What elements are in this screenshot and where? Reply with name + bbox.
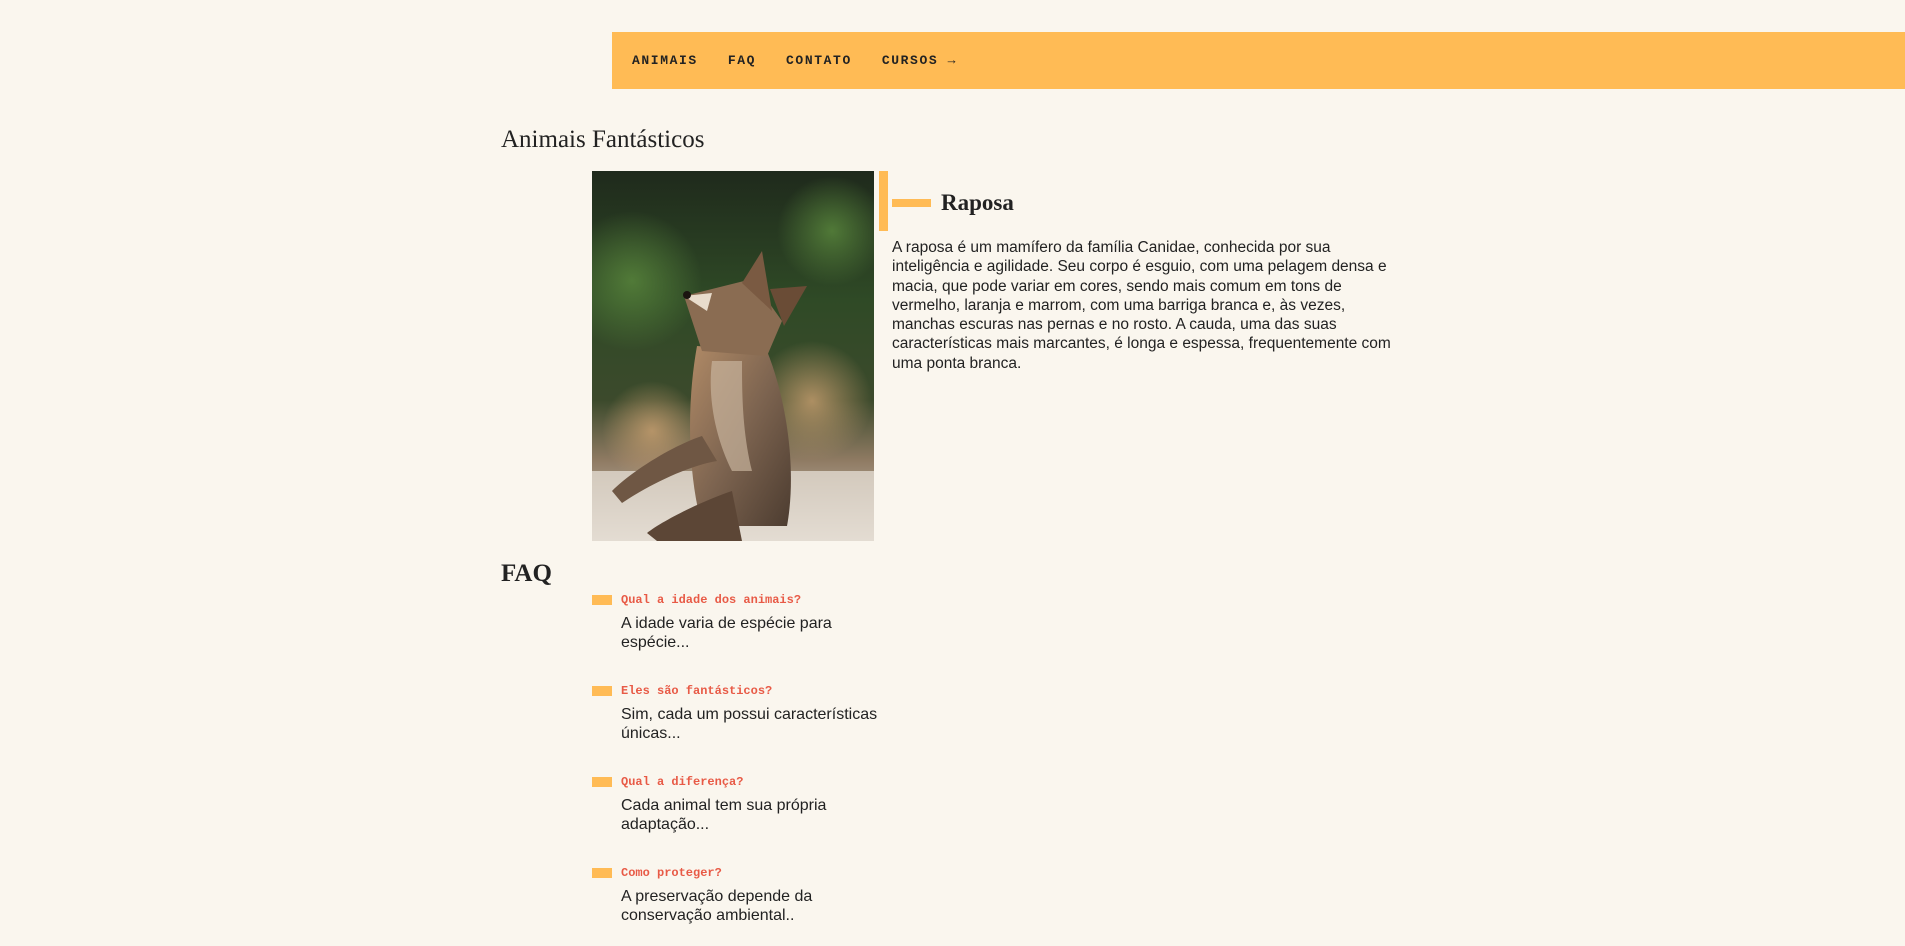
faq-list: Qual a idade dos animais? A idade varia …	[592, 591, 892, 946]
faq-answer: A idade varia de espécie para espécie...	[621, 615, 832, 651]
faq-question[interactable]: Qual a diferença?	[621, 775, 743, 789]
faq-question[interactable]: Eles são fantásticos?	[621, 684, 772, 698]
main-nav: ANIMAIS FAQ CONTATO CURSOS →	[612, 32, 1905, 89]
faq-answer: Sim, cada um possui características únic…	[621, 706, 878, 742]
accent-bar	[879, 171, 888, 231]
nav-item-cursos[interactable]: CURSOS →	[882, 53, 957, 68]
faq-answer: A preservação depende da conservação amb…	[621, 888, 813, 924]
faq-title: FAQ	[501, 560, 552, 587]
nav-item-animais[interactable]: ANIMAIS	[632, 53, 698, 68]
faq-marker	[592, 777, 612, 787]
faq-marker	[592, 595, 612, 605]
page-title: Animais Fantásticos	[501, 126, 705, 153]
faq-question[interactable]: Qual a idade dos animais?	[621, 593, 801, 607]
faq-marker	[592, 686, 612, 696]
faq-question[interactable]: Como proteger?	[621, 866, 722, 880]
fox-photo	[592, 171, 874, 541]
faq-item: Qual a idade dos animais? A idade varia …	[592, 591, 892, 682]
animal-heading: Raposa	[892, 190, 1014, 216]
faq-item: Eles são fantásticos? Sim, cada um possu…	[592, 682, 892, 773]
faq-answer: Cada animal tem sua própria adaptação...	[621, 797, 827, 833]
nav-item-contato[interactable]: CONTATO	[786, 53, 852, 68]
animal-description: A raposa é um mamífero da família Canida…	[892, 239, 1391, 372]
faq-marker	[592, 868, 612, 878]
animal-name: Raposa	[941, 190, 1014, 215]
faq-item: Como proteger? A preservação depende da …	[592, 864, 892, 946]
faq-item: Qual a diferença? Cada animal tem sua pr…	[592, 773, 892, 864]
nav-item-faq[interactable]: FAQ	[728, 53, 756, 68]
heading-dash	[892, 199, 931, 207]
